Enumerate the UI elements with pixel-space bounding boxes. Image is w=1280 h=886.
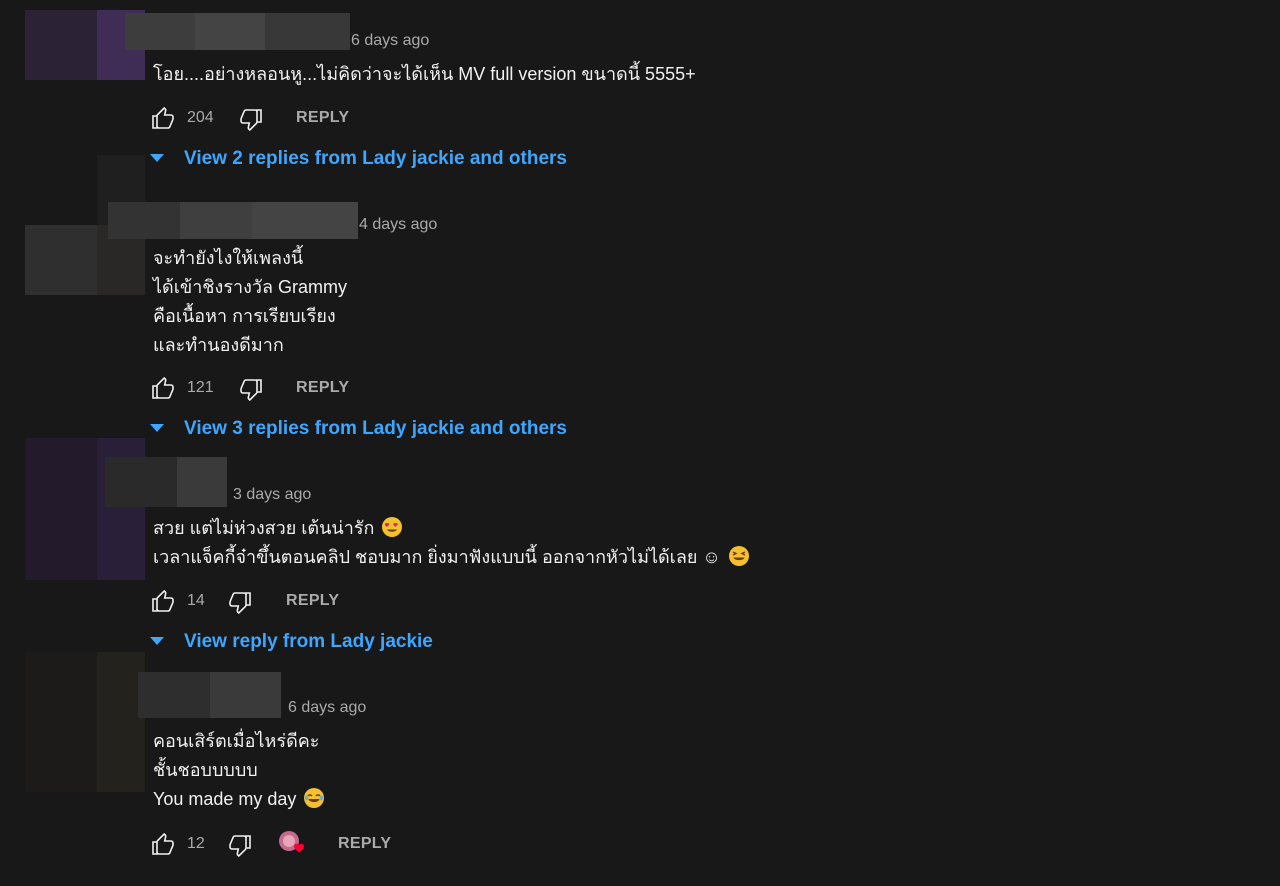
comment-timestamp[interactable]: 3 days ago [233,486,311,504]
comment-line: โอย....อย่างหลอนหู...ไม่คิดว่าจะได้เห็น … [153,64,696,84]
comment-line: คือเนื้อหา การเรียบเรียง [153,306,336,326]
avatar[interactable] [25,652,145,792]
reply-button[interactable]: REPLY [338,835,391,853]
comment-line: จะทำยังไงให้เพลงนี้ [153,248,304,268]
like-count: 12 [187,835,205,852]
comment-line: ชั้นชอบบบบบ [153,760,258,780]
thumbs-down-icon[interactable] [239,377,263,401]
caret-down-icon [150,637,164,645]
thumbs-up-icon[interactable] [151,377,175,401]
author-name[interactable] [138,672,281,718]
comment-line: สวย แต่ไม่ห่วงสวย เต้นน่ารัก [153,518,375,538]
creator-heart-icon [277,829,309,861]
author-name[interactable] [108,202,358,239]
comment-timestamp[interactable]: 6 days ago [351,32,429,50]
like-count: 204 [187,109,214,126]
thumbs-up-icon[interactable] [151,590,175,614]
thumbs-down-icon[interactable] [228,833,252,857]
thumbs-down-icon[interactable] [239,107,263,131]
reply-button[interactable]: REPLY [296,379,349,397]
caret-down-icon [150,424,164,432]
comment-timestamp[interactable]: 4 days ago [359,216,437,234]
thumbs-up-icon[interactable] [151,833,175,857]
comment-line: ได้เข้าชิงรางวัล Grammy [153,277,348,297]
view-replies-label: View reply from Lady jackie [184,631,433,652]
author-name[interactable] [125,13,350,50]
view-replies-label: View 2 replies from Lady jackie and othe… [184,148,567,169]
reply-button[interactable]: REPLY [296,109,349,127]
comment-line: You made my day [153,789,297,809]
thumbs-up-icon[interactable] [151,107,175,131]
comment-text: คอนเสิร์ตเมื่อไหร่ดีคะ ชั้นชอบบบบบ You m… [153,727,325,814]
like-count: 121 [187,379,214,396]
heart-eyes-emoji-icon [382,517,403,537]
like-count: 14 [187,592,205,609]
reply-button[interactable]: REPLY [286,592,339,610]
comment-text: โอย....อย่างหลอนหู...ไม่คิดว่าจะได้เห็น … [153,60,696,89]
comment-timestamp[interactable]: 6 days ago [288,699,366,717]
comment-text: จะทำยังไงให้เพลงนี้ ได้เข้าชิงรางวัล Gra… [153,244,347,360]
author-name[interactable] [105,457,227,507]
tears-of-joy-emoji-icon [304,788,325,808]
view-replies-label: View 3 replies from Lady jackie and othe… [184,418,567,439]
comment-line: เวลาแจ็คกี้จ๋าขึ้นตอนคลิป ชอบมาก ยิ่งมาฟ… [153,547,721,567]
comment-line: และทำนองดีมาก [153,335,284,355]
laughing-emoji-icon [728,546,749,566]
thumbs-down-icon[interactable] [228,590,252,614]
comment-text: สวย แต่ไม่ห่วงสวย เต้นน่ารัก เวลาแจ็คกี้… [153,514,749,572]
caret-down-icon [150,154,164,162]
comment-line: คอนเสิร์ตเมื่อไหร่ดีคะ [153,731,320,751]
